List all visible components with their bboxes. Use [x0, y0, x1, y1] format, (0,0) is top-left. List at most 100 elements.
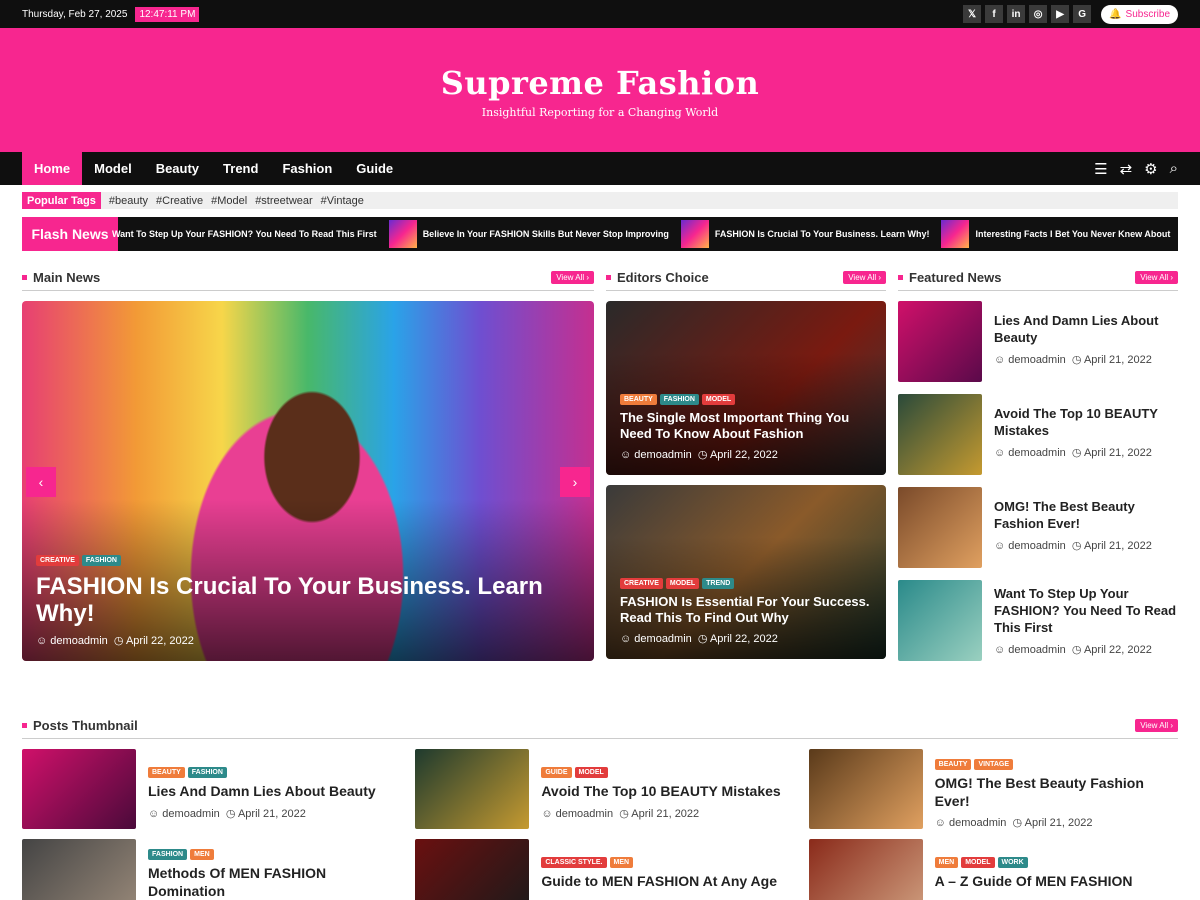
tag-link[interactable]: #Model — [211, 195, 247, 207]
ticker-item[interactable]: FASHION Is Crucial To Your Business. Lea… — [680, 220, 929, 248]
post-item[interactable]: FASHION MEN Methods Of MEN FASHION Domina… — [22, 839, 391, 900]
category-badge[interactable]: FASHION — [148, 849, 188, 860]
view-all-button[interactable]: View All › — [1135, 271, 1178, 284]
post-item[interactable]: CLASSIC STYLE. MEN Guide to MEN FASHION A… — [415, 839, 784, 900]
subscribe-button[interactable]: 🔔 Subscribe — [1101, 4, 1178, 24]
category-badge[interactable]: MEN — [934, 857, 959, 868]
category-badge[interactable]: VINTAGE — [974, 759, 1014, 770]
category-badge[interactable]: WORK — [997, 857, 1028, 868]
view-all-button[interactable]: View All › — [1135, 719, 1178, 732]
post-title[interactable]: Lies And Damn Lies About Beauty — [148, 783, 376, 801]
featured-thumbnail[interactable] — [898, 301, 982, 382]
next-slide-button[interactable]: › — [560, 467, 590, 497]
tag-link[interactable]: #Creative — [156, 195, 203, 207]
tag-link[interactable]: #streetwear — [255, 195, 312, 207]
site-title[interactable]: Supreme Fashion — [0, 28, 1200, 102]
post-thumbnail[interactable] — [415, 749, 530, 829]
nav-item-guide[interactable]: Guide — [344, 152, 405, 185]
nav-item-beauty[interactable]: Beauty — [144, 152, 211, 185]
category-badge[interactable]: CREATIVE — [36, 554, 79, 566]
post-title[interactable]: Methods Of MEN FASHION Domination — [148, 865, 391, 900]
category-badge[interactable]: MODEL — [665, 577, 700, 589]
category-badge[interactable]: MEN — [190, 849, 214, 860]
view-all-button[interactable]: View All › — [551, 271, 594, 284]
post-title[interactable]: Guide to MEN FASHION At Any Age — [541, 873, 777, 891]
post-thumbnail[interactable] — [22, 749, 136, 829]
featured-item[interactable]: Avoid The Top 10 BEAUTY Mistakes ☺ demoa… — [898, 394, 1178, 477]
editor-card[interactable]: CREATIVE MODEL TREND FASHION Is Essential … — [606, 485, 886, 659]
post-title[interactable]: A – Z Guide Of MEN FASHION — [935, 873, 1133, 891]
editor-card[interactable]: BEAUTY FASHION MODEL The Single Most Impor… — [606, 301, 886, 475]
author-link[interactable]: demoadmin — [50, 635, 107, 647]
featured-thumbnail[interactable] — [898, 394, 982, 475]
author-link[interactable]: demoadmin — [634, 449, 691, 461]
author-link[interactable]: demoadmin — [1008, 447, 1065, 459]
nav-item-fashion[interactable]: Fashion — [270, 152, 344, 185]
youtube-icon[interactable]: ▶ — [1051, 5, 1070, 23]
tag-link[interactable]: #Vintage — [321, 195, 364, 207]
author-link[interactable]: demoadmin — [1008, 540, 1065, 552]
nav-item-home[interactable]: Home — [22, 152, 83, 185]
ticker-item[interactable]: Interesting Facts I Bet You Never Knew A… — [941, 220, 1170, 248]
featured-title[interactable]: OMG! The Best Beauty Fashion Ever! — [994, 499, 1178, 533]
category-badge[interactable]: GUIDE — [541, 767, 572, 778]
featured-title[interactable]: Lies And Damn Lies About Beauty — [994, 313, 1178, 347]
category-badge[interactable]: MEN — [609, 857, 634, 868]
category-badge[interactable]: CREATIVE — [620, 577, 663, 589]
category-badge[interactable]: BEAUTY — [148, 767, 185, 778]
post-thumbnail[interactable] — [415, 839, 530, 900]
instagram-icon[interactable]: ◎ — [1029, 5, 1048, 23]
search-icon[interactable]: ⌕ — [1170, 160, 1178, 177]
featured-title[interactable]: Want To Step Up Your FASHION? You Need T… — [994, 586, 1178, 637]
x-icon[interactable]: 𝕏 — [963, 5, 982, 23]
nav-item-trend[interactable]: Trend — [211, 152, 270, 185]
category-badge[interactable]: FASHION — [81, 554, 121, 566]
author-link[interactable]: demoadmin — [556, 808, 613, 820]
category-badge[interactable]: FASHION — [659, 393, 699, 405]
post-title[interactable]: Avoid The Top 10 BEAUTY Mistakes — [541, 783, 780, 801]
view-all-button[interactable]: View All › — [843, 271, 886, 284]
author-link[interactable]: demoadmin — [1008, 354, 1065, 366]
nav-item-model[interactable]: Model — [82, 152, 144, 185]
category-badge[interactable]: MODEL — [574, 767, 608, 778]
ticker-item[interactable]: Believe In Your FASHION Skills But Never… — [388, 220, 669, 248]
post-thumbnail[interactable] — [808, 839, 923, 900]
category-badge[interactable]: TREND — [702, 577, 735, 589]
featured-item[interactable]: Want To Step Up Your FASHION? You Need T… — [898, 580, 1178, 663]
featured-item[interactable]: Lies And Damn Lies About Beauty ☺ demoad… — [898, 301, 1178, 384]
category-badge[interactable]: FASHION — [187, 767, 227, 778]
gear-icon[interactable]: ⚙ — [1144, 160, 1157, 178]
category-badge[interactable]: BEAUTY — [620, 393, 657, 405]
featured-item[interactable]: OMG! The Best Beauty Fashion Ever! ☺ dem… — [898, 487, 1178, 570]
post-item[interactable]: GUIDE MODEL Avoid The Top 10 BEAUTY Mista… — [415, 749, 784, 829]
featured-title[interactable]: Avoid The Top 10 BEAUTY Mistakes — [994, 406, 1178, 440]
card-title[interactable]: The Single Most Important Thing You Need… — [620, 410, 872, 443]
tag-link[interactable]: #beauty — [109, 195, 148, 207]
category-badge[interactable]: CLASSIC STYLE. — [541, 857, 607, 868]
card-title[interactable]: FASHION Is Essential For Your Success. R… — [620, 594, 872, 627]
linkedin-icon[interactable]: in — [1007, 5, 1026, 23]
post-item[interactable]: MEN MODEL WORK A – Z Guide Of MEN FASHION — [808, 839, 1178, 900]
post-item[interactable]: BEAUTY FASHION Lies And Damn Lies About B… — [22, 749, 391, 829]
hero-slide[interactable]: ‹ › CREATIVE FASHION FASHION Is Crucial T… — [22, 301, 594, 661]
ticker-item[interactable]: Want To Step Up Your FASHION? You Need T… — [112, 229, 377, 239]
google-icon[interactable]: G — [1073, 5, 1092, 23]
author-link[interactable]: demoadmin — [162, 808, 219, 820]
facebook-icon[interactable]: f — [985, 5, 1004, 23]
author-link[interactable]: demoadmin — [634, 633, 691, 645]
post-title[interactable]: OMG! The Best Beauty Fashion Ever! — [935, 775, 1178, 810]
featured-thumbnail[interactable] — [898, 580, 982, 661]
featured-thumbnail[interactable] — [898, 487, 982, 568]
author-link[interactable]: demoadmin — [1008, 644, 1065, 656]
author-link[interactable]: demoadmin — [949, 817, 1006, 829]
hero-title[interactable]: FASHION Is Crucial To Your Business. Lea… — [36, 573, 580, 628]
post-thumbnail[interactable] — [22, 839, 136, 900]
post-thumbnail[interactable] — [808, 749, 923, 829]
category-badge[interactable]: MODEL — [701, 393, 736, 405]
menu-icon[interactable]: ☰ — [1094, 160, 1107, 178]
post-item[interactable]: BEAUTY VINTAGE OMG! The Best Beauty Fashi… — [808, 749, 1178, 829]
category-badge[interactable]: MODEL — [961, 857, 995, 868]
category-badge[interactable]: BEAUTY — [934, 759, 972, 770]
shuffle-icon[interactable]: ⇄ — [1120, 160, 1133, 178]
prev-slide-button[interactable]: ‹ — [26, 467, 56, 497]
